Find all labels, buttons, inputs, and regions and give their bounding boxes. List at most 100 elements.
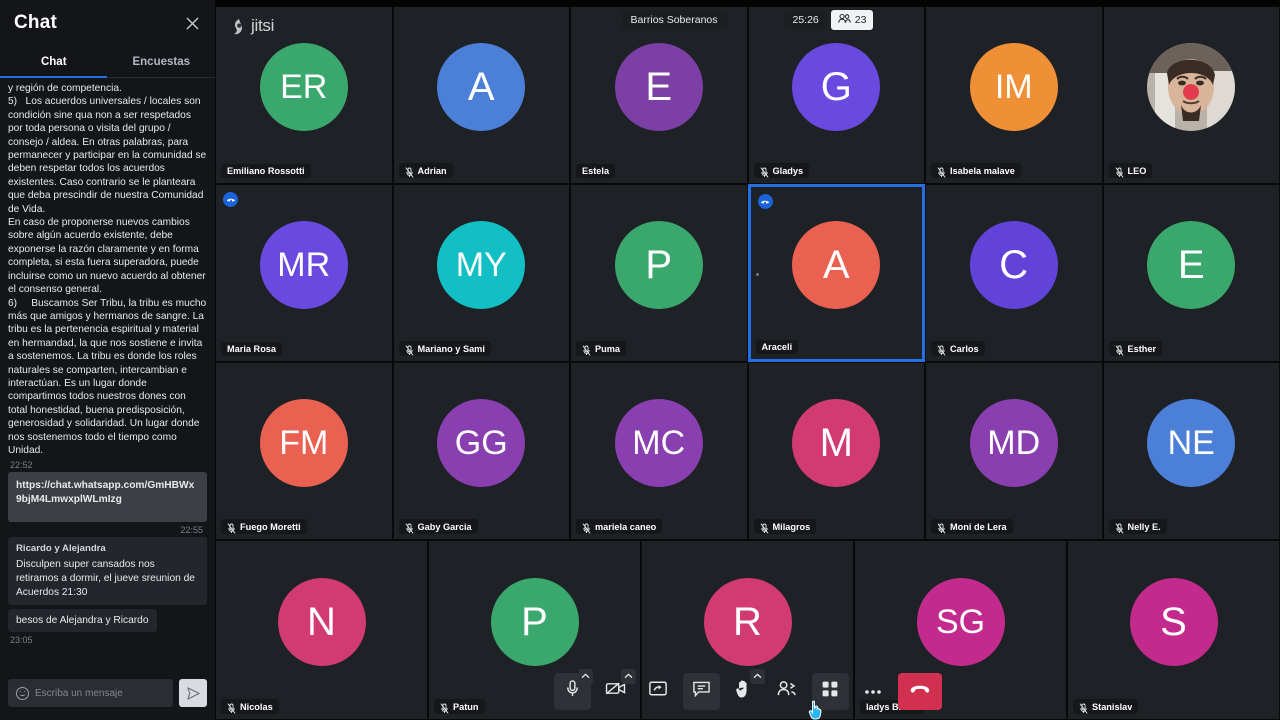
screen-share-button[interactable] — [640, 673, 677, 710]
close-icon[interactable] — [183, 14, 201, 32]
participant-tile[interactable]: C Carlos — [925, 184, 1103, 362]
participant-tile[interactable]: G Gladys — [747, 6, 925, 184]
participant-tile[interactable]: E Esther — [1102, 184, 1280, 362]
avatar-initials-label: ER — [280, 67, 328, 106]
participant-tile[interactable]: FM Fuego Moretti — [215, 362, 393, 540]
participant-name-badge: Milagros — [753, 519, 817, 534]
participant-name-label: Fuego Moretti — [240, 521, 301, 532]
participant-tile[interactable]: P Puma — [570, 184, 748, 362]
participant-name-label: Patun — [453, 701, 479, 712]
participant-name-badge: Fuego Moretti — [221, 519, 307, 534]
avatar-initials-label: NE — [1167, 423, 1215, 462]
participant-name-label: Puma — [595, 343, 621, 354]
hangup-icon — [909, 682, 931, 700]
participant-name-label: Maria Rosa — [227, 344, 277, 354]
participant-tile[interactable]: NE Nelly E. — [1102, 362, 1280, 540]
tile-view-button-wrapper — [811, 672, 849, 710]
avatar-initials-label: S — [1160, 599, 1187, 644]
chat-button-wrapper — [682, 672, 720, 710]
avatar-initials: IM — [969, 43, 1058, 131]
avatar-initials: FM — [259, 399, 348, 487]
participant-name-label: Isabela malave — [950, 165, 1015, 176]
avatar-initials-label: N — [307, 599, 336, 644]
microphone-off-icon — [227, 701, 236, 714]
microphone-off-icon — [405, 165, 414, 178]
chat-message-list[interactable]: y región de competencia. 5) Los acuerdos… — [0, 78, 215, 674]
microphone-off-icon — [1115, 343, 1124, 356]
microphone-off-icon — [582, 521, 591, 534]
participant-name-label: Estela — [582, 166, 610, 176]
avatar-initials-label: MY — [455, 245, 507, 284]
jitsi-logo-text: jitsi — [251, 16, 275, 35]
chevron-up-icon[interactable] — [577, 668, 593, 684]
participant-name-badge: Maria Rosa — [221, 342, 283, 356]
participant-tile[interactable]: LEO — [1102, 6, 1280, 184]
avatar-initials: G — [792, 43, 881, 131]
microphone-off-icon — [1115, 521, 1124, 534]
avatar-initials: MC — [614, 399, 703, 487]
chat-message-timestamp: 22:52 — [10, 460, 33, 471]
chat-button[interactable] — [682, 672, 720, 710]
avatar-initials-label: R — [733, 599, 762, 644]
tab-encuestas[interactable]: Encuestas — [108, 46, 216, 77]
microphone-off-icon — [405, 343, 414, 356]
raise-hand-button-wrapper — [726, 668, 765, 710]
chat-message-body: Disculpen super cansados nos retiramos a… — [16, 559, 195, 598]
participant-name-badge: Gladys — [753, 163, 810, 178]
participant-tile[interactable]: IM Isabela malave — [925, 6, 1103, 184]
microphone-off-icon — [405, 521, 414, 534]
participant-tile[interactable]: E Estela — [570, 6, 748, 184]
microphone-off-icon — [937, 343, 946, 356]
participant-name-badge: LEO — [1108, 163, 1153, 178]
screen-share-icon — [648, 680, 668, 702]
participant-tile[interactable]: A Araceli — [747, 184, 925, 362]
participant-tile[interactable]: M Milagros — [747, 362, 925, 540]
chat-message-link[interactable]: https://chat.whatsapp.com/GmHBWx9bjM4Lmw… — [8, 472, 207, 523]
chevron-up-icon[interactable] — [620, 668, 636, 684]
tab-chat[interactable]: Chat — [0, 46, 108, 77]
more-icon — [864, 682, 882, 700]
video-stage: jitsi Barrios Soberanos 25:26 23 ER Emil… — [215, 0, 1280, 720]
tile-view-button[interactable] — [811, 672, 849, 710]
participant-name-label: Adrian — [417, 165, 447, 176]
participant-tile[interactable]: GG Gaby Garcia — [392, 362, 570, 540]
participant-tile[interactable]: S Stanislav — [1067, 540, 1280, 720]
participant-name-badge: Patun — [434, 699, 485, 714]
chevron-up-icon[interactable] — [749, 668, 765, 684]
participant-name-badge: Puma — [576, 341, 627, 356]
participant-name-badge: Gaby Garcia — [398, 519, 478, 534]
participant-tile[interactable]: MD Moni de Lera — [925, 362, 1103, 540]
smiley-icon[interactable] — [16, 686, 29, 700]
participant-tile[interactable]: MC mariela caneo — [570, 362, 748, 540]
more-options-button[interactable] — [855, 673, 892, 710]
participant-name-badge: Isabela malave — [931, 163, 1021, 178]
participant-tile[interactable]: MR Maria Rosa — [215, 184, 393, 362]
avatar-initials-label: G — [820, 64, 852, 109]
avatar-initials: S — [1129, 578, 1218, 666]
send-icon[interactable] — [179, 679, 207, 707]
participant-tile[interactable]: MY Mariano y Sami — [392, 184, 570, 362]
hangup-button[interactable] — [897, 672, 942, 710]
microphone-off-icon — [760, 165, 769, 178]
avatar-initials: P — [490, 578, 579, 666]
participant-name-label: Mariano y Sami — [417, 343, 485, 354]
chat-input-field[interactable]: Escriba un mensaje — [8, 679, 173, 707]
participant-name-label: Stanislav — [1092, 701, 1133, 712]
participant-name-badge: Emiliano Rossotti — [221, 164, 311, 178]
avatar-initials-label: MD — [987, 423, 1041, 462]
tab-chat-label: Chat — [40, 55, 67, 68]
participant-tile[interactable]: N Nicolas — [215, 540, 428, 720]
avatar-initials: N — [277, 578, 366, 666]
participants-button[interactable] — [769, 673, 806, 710]
participant-name-badge: Carlos — [931, 341, 985, 356]
participant-name-label: Araceli — [761, 342, 793, 352]
avatar-initials-label: A — [822, 242, 850, 287]
participant-name-label: Nelly E. — [1127, 521, 1161, 532]
participant-tile[interactable]: A Adrian — [392, 6, 570, 184]
connection-status-icon — [757, 194, 773, 209]
participant-name-label: Milagros — [772, 521, 811, 532]
chat-message-text: y región de competencia. 5) Los acuerdos… — [8, 83, 207, 456]
chat-panel-title: Chat — [14, 12, 58, 33]
participant-name-label: Nicolas — [240, 701, 273, 712]
avatar-initials-label: SG — [935, 602, 986, 641]
